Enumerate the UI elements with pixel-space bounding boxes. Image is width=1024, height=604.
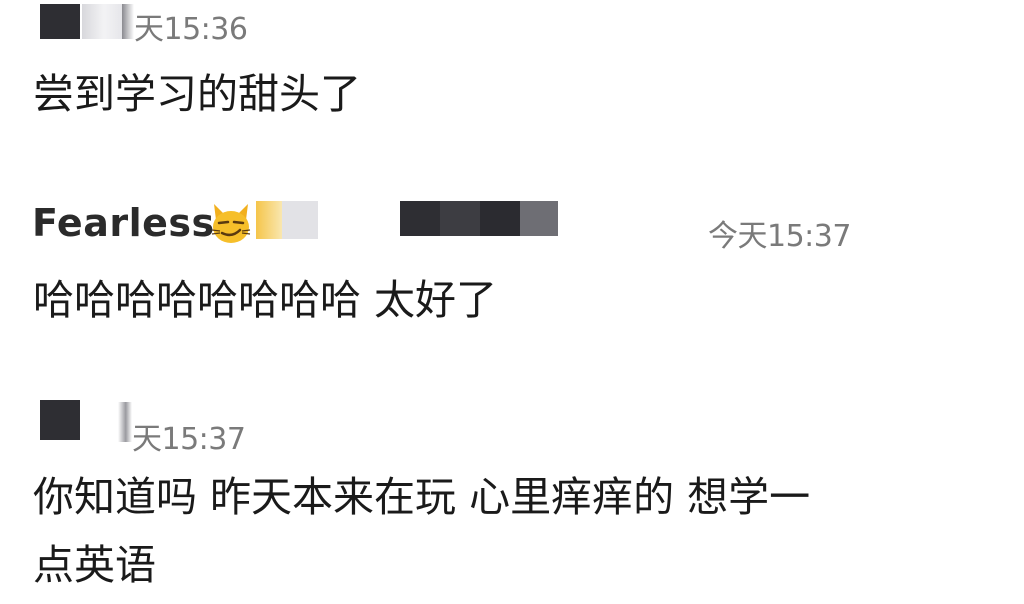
redacted-username xyxy=(400,201,440,236)
redacted-badge xyxy=(282,201,318,239)
chat-message-3: 天15:37 你知道吗 昨天本来在玩 心里痒痒的 想学一 点英语 xyxy=(0,400,1024,604)
redacted-avatar xyxy=(40,4,80,39)
redacted-username xyxy=(82,4,122,39)
message-text-line: 你知道吗 昨天本来在玩 心里痒痒的 想学一 xyxy=(33,473,811,521)
message-timestamp: 天15:37 xyxy=(132,422,246,457)
redacted-badge xyxy=(256,201,282,239)
message-timestamp: 天15:36 xyxy=(134,12,248,47)
chat-message-1: 天15:36 尝到学习的甜头了 xyxy=(0,0,1024,130)
redacted-username xyxy=(480,201,520,236)
message-text: 尝到学习的甜头了 xyxy=(33,70,361,118)
smirking-cat-emoji-icon xyxy=(211,204,251,243)
redacted-avatar xyxy=(40,400,80,440)
redacted-username-edge xyxy=(122,4,134,39)
message-text: 哈哈哈哈哈哈哈哈 太好了 xyxy=(33,276,498,324)
message-header: Fearless 今天15:37 xyxy=(0,195,1024,254)
sender-name[interactable]: Fearless xyxy=(32,201,215,245)
message-header: 天15:37 xyxy=(0,400,1024,457)
message-timestamp: 今天15:37 xyxy=(708,219,851,254)
redacted-username xyxy=(440,201,480,236)
chat-message-2: Fearless 今天15:37 哈哈哈哈哈哈哈哈 太好了 xyxy=(0,195,1024,335)
redacted-username xyxy=(520,201,558,236)
message-header: 天15:36 xyxy=(0,0,1024,50)
message-text-line: 点英语 xyxy=(33,541,156,589)
redacted-username-edge xyxy=(118,402,132,442)
